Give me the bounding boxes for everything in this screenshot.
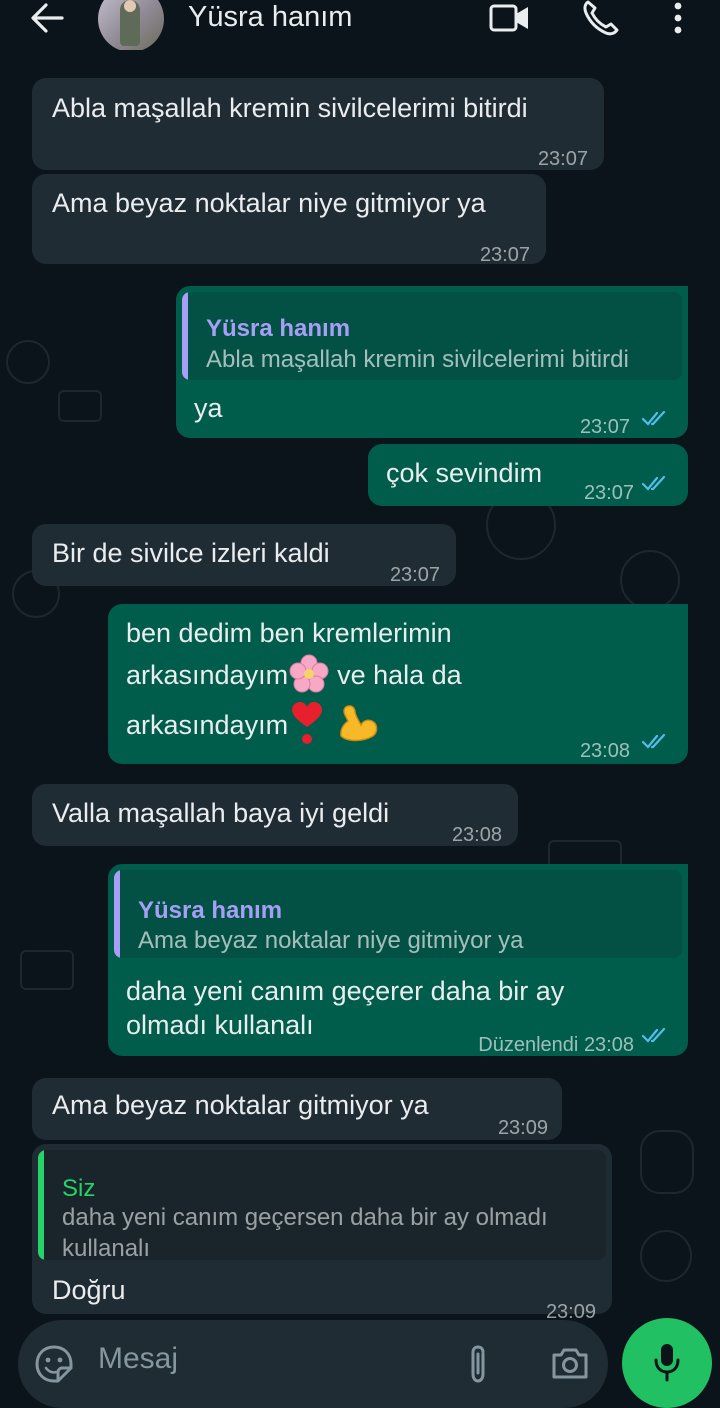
message-text: Bir de sivilce izleri kaldi	[52, 538, 330, 568]
wallpaper-doodle	[620, 550, 680, 610]
read-receipt-icon	[642, 733, 666, 749]
contact-name[interactable]: Yüsra hanım	[188, 0, 352, 34]
message-incoming[interactable]: Abla maşallah kremin sivilcelerimi bitir…	[32, 78, 604, 170]
more-options-icon	[674, 2, 682, 34]
chat-area[interactable]: Abla maşallah kremin sivilcelerimi bitir…	[0, 50, 720, 1408]
message-incoming[interactable]: Ama beyaz noktalar niye gitmiyor ya 23:0…	[32, 174, 546, 266]
message-time: 23:07	[579, 416, 630, 438]
flexed-biceps-icon	[340, 704, 378, 742]
phone-icon	[583, 0, 619, 36]
message-time: 23:07	[537, 148, 588, 170]
message-outgoing[interactable]: Yüsra hanım Ama beyaz noktalar niye gitm…	[108, 864, 688, 1056]
read-receipt-icon	[642, 1027, 666, 1043]
voice-call-button[interactable]	[580, 0, 620, 36]
message-outgoing[interactable]: ben dedim ben kremlerimin arkasındayım ve…	[108, 604, 688, 764]
message-time: Düzenlendi 23:08	[478, 1034, 634, 1056]
message-text-line: olmadı kullanalı	[126, 1010, 314, 1040]
message-text: Abla maşallah kremin sivilcelerimi bitir…	[52, 93, 528, 123]
chat-header: Yüsra hanım	[0, 0, 720, 52]
wallpaper-doodle	[20, 950, 74, 990]
message-text-line: arkasındayım	[126, 701, 379, 749]
message-text: Ama beyaz noktalar niye gitmiyor ya	[52, 188, 486, 218]
edited-label: Düzenlendi	[478, 1034, 579, 1056]
cherry-blossom-icon	[289, 654, 329, 693]
quote-text: Abla maşallah kremin sivilcelerimi bitir…	[206, 346, 629, 373]
message-text: ya	[194, 393, 223, 423]
message-text-line: ben dedim ben kremlerimin	[126, 618, 452, 648]
read-receipt-icon	[642, 475, 666, 491]
message-time: 23:08	[451, 824, 502, 846]
wallpaper-doodle	[58, 390, 102, 422]
message-text: Ama beyaz noktalar gitmiyor ya	[52, 1090, 429, 1120]
more-options-button[interactable]	[668, 0, 688, 36]
wallpaper-doodle	[6, 340, 50, 384]
message-time: 23:08	[579, 740, 630, 762]
message-time: 23:07	[583, 482, 634, 504]
reply-quote[interactable]: Yüsra hanım Abla maşallah kremin sivilce…	[182, 292, 682, 380]
heart-exclamation-icon	[292, 701, 323, 744]
avatar[interactable]	[98, 0, 164, 52]
wallpaper-doodle	[640, 1130, 694, 1194]
voice-message-button[interactable]	[622, 1318, 712, 1408]
quote-text-line: daha yeni canım geçersen daha bir ay olm…	[62, 1204, 548, 1231]
quote-text: Ama beyaz noktalar niye gitmiyor ya	[138, 927, 524, 954]
message-input-placeholder[interactable]: Mesaj	[98, 1342, 178, 1376]
message-outgoing[interactable]: çok sevindim 23:07	[368, 444, 688, 506]
message-text: Doğru	[52, 1275, 126, 1305]
message-outgoing[interactable]: Yüsra hanım Abla maşallah kremin sivilce…	[176, 286, 688, 438]
camera-icon[interactable]	[550, 1346, 590, 1380]
read-receipt-icon	[642, 410, 666, 426]
message-time: 23:07	[479, 244, 530, 266]
message-composer[interactable]: Mesaj	[18, 1320, 608, 1408]
video-call-button[interactable]	[488, 0, 532, 36]
message-text-line: arkasındayım ve hala da	[126, 654, 462, 697]
sticker-icon[interactable]	[34, 1344, 74, 1384]
message-text: Valla maşallah baya iyi geldi	[52, 798, 390, 828]
mic-icon	[654, 1344, 680, 1382]
quote-bar	[114, 870, 120, 958]
message-incoming[interactable]: Ama beyaz noktalar gitmiyor ya 23:09	[32, 1078, 562, 1140]
message-time: 23:09	[497, 1117, 548, 1139]
reply-quote[interactable]: Yüsra hanım Ama beyaz noktalar niye gitm…	[114, 870, 682, 958]
back-arrow-icon	[31, 3, 64, 33]
message-incoming[interactable]: Siz daha yeni canım geçersen daha bir ay…	[32, 1144, 612, 1323]
message-incoming[interactable]: Valla maşallah baya iyi geldi 23:08	[32, 784, 518, 846]
attach-icon[interactable]	[466, 1344, 490, 1384]
message-incoming[interactable]: Bir de sivilce izleri kaldi 23:07	[32, 524, 456, 586]
quote-bar	[182, 292, 188, 380]
quote-bar	[38, 1150, 44, 1260]
message-text: çok sevindim	[386, 458, 543, 488]
wallpaper-doodle	[640, 1230, 692, 1282]
quote-text-line: kullanalı	[62, 1235, 151, 1260]
video-call-icon	[489, 4, 528, 32]
message-time: 23:07	[389, 564, 440, 586]
reply-quote[interactable]: Siz daha yeni canım geçersen daha bir ay…	[38, 1150, 606, 1260]
back-button[interactable]	[26, 0, 70, 38]
